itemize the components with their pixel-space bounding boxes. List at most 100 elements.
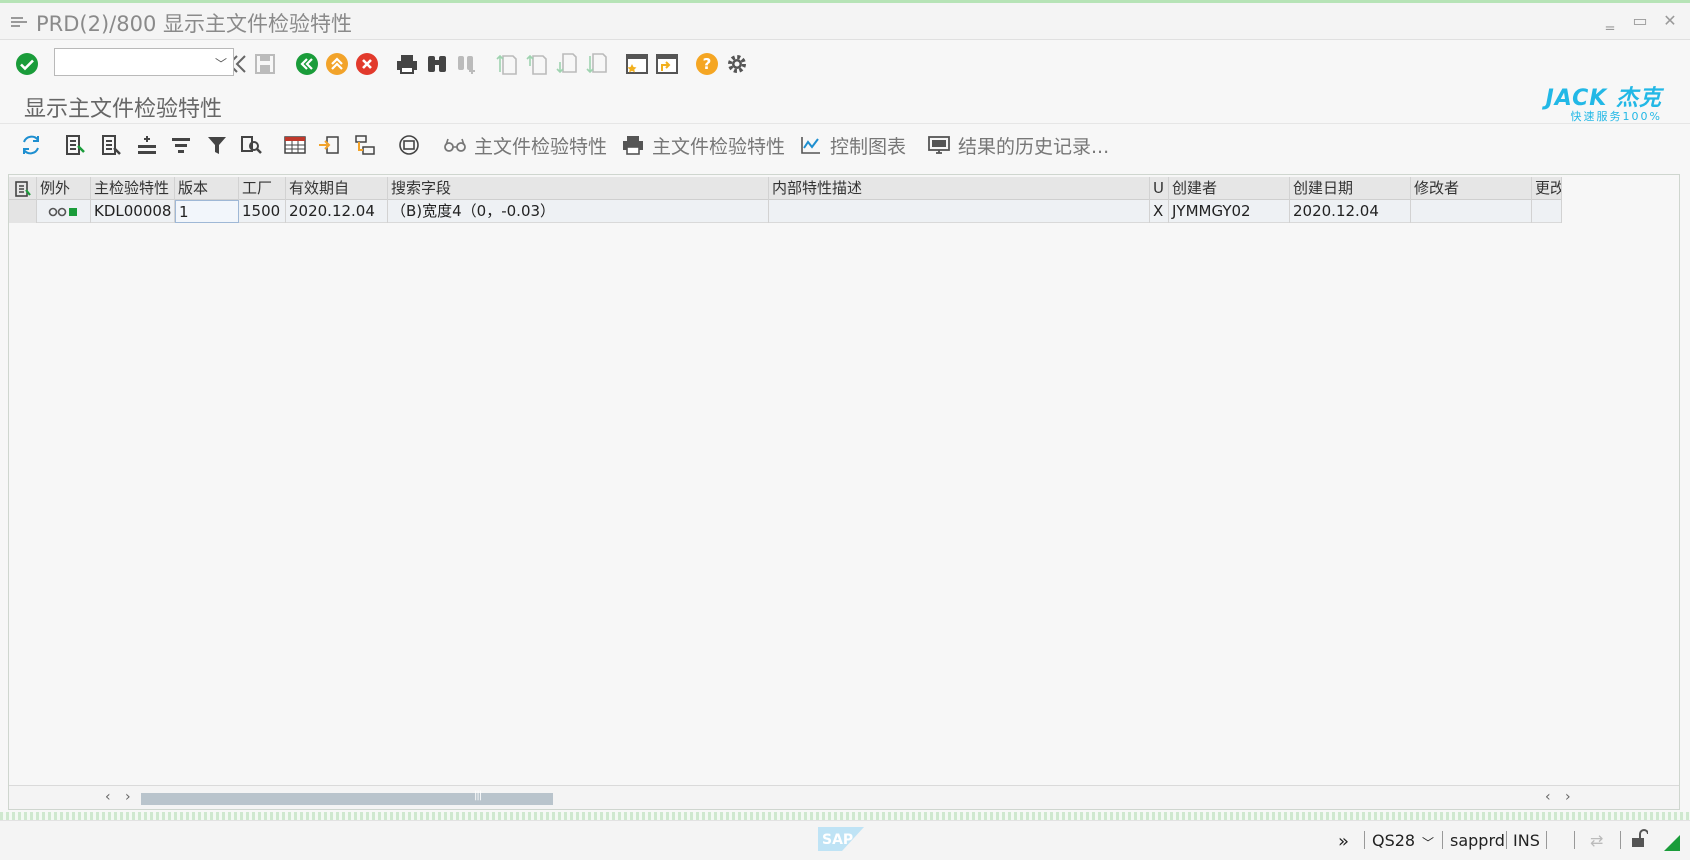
sort-button[interactable]: [134, 132, 160, 158]
scrollbar-thumb[interactable]: |||: [141, 790, 553, 805]
export-icon: [319, 136, 339, 154]
enter-button[interactable]: [14, 50, 40, 78]
cancel-button[interactable]: [354, 50, 380, 78]
control-chart-label: 控制图表: [830, 135, 907, 158]
find-next-button[interactable]: [454, 50, 480, 78]
transaction-code[interactable]: QS28: [1372, 831, 1415, 850]
settings-button[interactable]: [724, 50, 750, 78]
status-separator: [1364, 831, 1365, 849]
created-on-cell[interactable]: 2020.12.04: [1290, 200, 1411, 223]
status-separator: [1442, 831, 1443, 849]
print-mic-button[interactable]: 主文件检验特性: [622, 132, 785, 158]
save-button[interactable]: [252, 50, 278, 78]
col-header-u[interactable]: U: [1150, 177, 1169, 200]
col-header-changed[interactable]: 更改: [1532, 177, 1562, 200]
grip-icon: |||: [474, 790, 482, 801]
col-header-created-on[interactable]: 创建日期: [1290, 177, 1411, 200]
print-mic-label: 主文件检验特性: [652, 135, 786, 158]
col-header-plant[interactable]: 工厂: [239, 177, 286, 200]
result-history-button[interactable]: 结果的历史记录...: [928, 132, 1109, 158]
scroll-right-end-icon[interactable]: ›: [1565, 789, 1571, 805]
scroll-left-end-icon[interactable]: ‹: [1545, 789, 1551, 805]
resize-grip-icon[interactable]: [1664, 835, 1680, 851]
first-page-button[interactable]: [494, 50, 520, 78]
status-separator: [1546, 831, 1547, 849]
find-in-list-icon: [241, 136, 262, 154]
scroll-right-icon[interactable]: ›: [125, 789, 131, 805]
application-toolbar: 主文件检验特性 主文件检验特性 控制图表 结果的历史记录...: [0, 124, 1690, 166]
col-header-exception[interactable]: 例外: [37, 177, 91, 200]
sort-descending-button[interactable]: [168, 132, 194, 158]
layout-button[interactable]: [352, 132, 378, 158]
print-icon: [623, 136, 643, 155]
col-header-search-field[interactable]: 搜索字段: [388, 177, 769, 200]
svg-text:SAP: SAP: [822, 832, 853, 848]
find-in-list-button[interactable]: [238, 132, 264, 158]
changed-by-cell[interactable]: [1411, 200, 1532, 223]
spreadsheet-icon: [284, 136, 306, 154]
print-preview-button[interactable]: [396, 132, 422, 158]
spreadsheet-button[interactable]: [282, 132, 308, 158]
display-mic-button[interactable]: 主文件检验特性: [444, 132, 607, 158]
last-page-icon: [586, 53, 607, 74]
col-header-changed-by[interactable]: 修改者: [1411, 177, 1532, 200]
close-icon[interactable]: ✕: [1662, 13, 1678, 29]
exit-icon: [326, 53, 348, 75]
next-page-button[interactable]: [554, 50, 580, 78]
create-shortcut-button[interactable]: [654, 50, 680, 78]
plant-cell[interactable]: 1500: [239, 200, 286, 223]
print-button[interactable]: [394, 50, 420, 78]
help-button[interactable]: ?: [694, 50, 720, 78]
valid-from-cell[interactable]: 2020.12.04: [286, 200, 388, 223]
chevron-down-icon[interactable]: ﹀: [1422, 834, 1434, 851]
print-preview-icon: [399, 135, 419, 155]
refresh-button[interactable]: [18, 132, 44, 158]
create-session-button[interactable]: [624, 50, 650, 78]
col-header-created-by[interactable]: 创建者: [1169, 177, 1290, 200]
jack-logo: JACK 杰克 快速服务100%: [1532, 88, 1662, 124]
select-all-button[interactable]: [9, 177, 37, 200]
cancel-icon: [356, 53, 378, 75]
window-menu-icon[interactable]: [10, 14, 28, 28]
input-mode[interactable]: INS: [1513, 831, 1540, 850]
previous-page-icon: [526, 54, 547, 75]
control-chart-button[interactable]: 控制图表: [800, 132, 906, 158]
col-header-version[interactable]: 版本: [175, 177, 239, 200]
details-button[interactable]: [62, 132, 88, 158]
col-header-internal-desc[interactable]: 内部特性描述: [769, 177, 1150, 200]
mic-cell[interactable]: KDL00008: [91, 200, 175, 223]
expand-status-icon[interactable]: »: [1338, 831, 1349, 852]
changed-cell[interactable]: [1532, 200, 1562, 223]
previous-page-button[interactable]: [524, 50, 550, 78]
last-page-button[interactable]: [584, 50, 610, 78]
find-button[interactable]: [424, 50, 450, 78]
export-button[interactable]: [316, 132, 342, 158]
version-cell[interactable]: 1: [175, 200, 239, 223]
sort-icon: [138, 136, 156, 154]
created-by-cell[interactable]: JYMMGY02: [1169, 200, 1290, 223]
minimize-icon[interactable]: ‗: [1602, 13, 1618, 29]
horizontal-scrollbar[interactable]: ‹ › ||| ‹ ›: [9, 785, 1679, 809]
maximize-icon[interactable]: ▭: [1632, 13, 1648, 29]
search-field-cell[interactable]: （B)宽度4（0，-0.03）: [388, 200, 769, 223]
svg-text:?: ?: [703, 55, 712, 73]
choose-details-button[interactable]: [98, 132, 124, 158]
status-message-strip: [0, 812, 1690, 820]
choose-details-icon: [102, 135, 121, 155]
col-header-valid-from[interactable]: 有效期自: [286, 177, 388, 200]
back-button[interactable]: [294, 50, 320, 78]
filter-button[interactable]: [204, 132, 230, 158]
system-toolbar: ?: [0, 42, 1690, 86]
row-selector[interactable]: [9, 200, 37, 223]
status-separator: [1620, 831, 1621, 849]
exit-button[interactable]: [324, 50, 350, 78]
print-icon: [397, 55, 417, 74]
command-field-input[interactable]: [55, 49, 233, 75]
col-header-mic[interactable]: 主检验特性: [91, 177, 175, 200]
command-field[interactable]: ﹀: [54, 48, 234, 76]
table-row[interactable]: KDL00008 1 1500 2020.12.04 （B)宽度4（0，-0.0…: [9, 200, 1562, 223]
scroll-left-icon[interactable]: ‹: [105, 789, 111, 805]
internal-desc-cell[interactable]: [769, 200, 1150, 223]
u-cell[interactable]: X: [1150, 200, 1169, 223]
chart-icon: [801, 137, 820, 154]
